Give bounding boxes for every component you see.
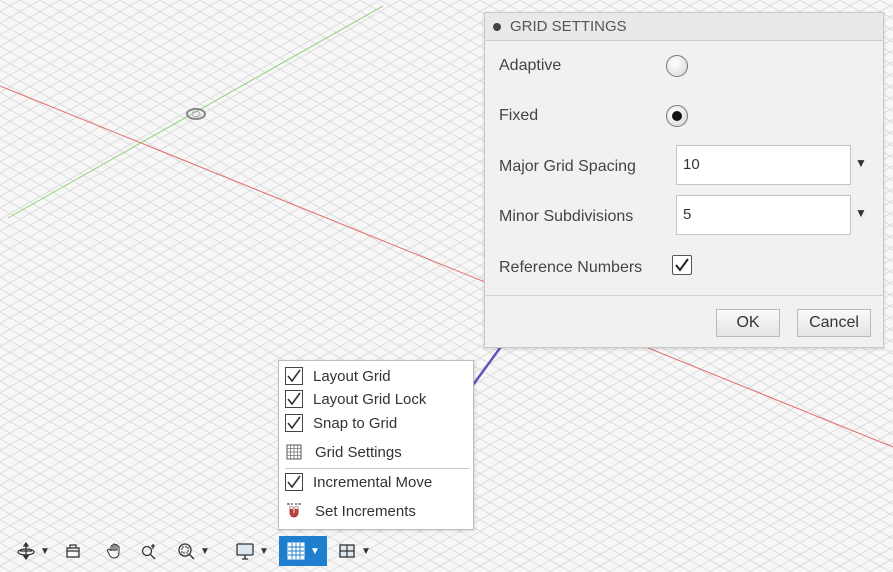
fit-icon bbox=[178, 543, 195, 560]
cancel-button[interactable]: Cancel bbox=[797, 309, 871, 337]
grid-snaps-icon bbox=[287, 542, 305, 560]
chevron-down-icon[interactable]: ▼ bbox=[259, 546, 269, 557]
magnet-icon bbox=[287, 503, 301, 518]
chevron-down-icon[interactable]: ▼ bbox=[40, 546, 50, 557]
adaptive-radio[interactable] bbox=[666, 55, 688, 77]
zoom-button[interactable] bbox=[136, 536, 162, 566]
menu-item-label: Layout Grid Lock bbox=[313, 390, 427, 408]
menu-item-label: Layout Grid bbox=[313, 367, 391, 385]
minor-subdivisions-label: Minor Subdivisions bbox=[499, 208, 634, 225]
orbit-icon bbox=[17, 541, 35, 561]
major-spacing-dropdown-icon[interactable]: ▼ bbox=[855, 156, 867, 170]
major-grid-spacing-input[interactable]: 10 bbox=[676, 145, 851, 185]
reference-numbers-checkbox[interactable] bbox=[672, 255, 692, 275]
menu-item-grid-settings[interactable]: Grid Settings bbox=[285, 441, 402, 463]
menu-divider bbox=[285, 468, 469, 469]
viewports-button[interactable]: ▼ bbox=[330, 536, 378, 566]
orbit-tool-button[interactable]: ▼ bbox=[14, 536, 52, 566]
menu-item-snap-to-grid[interactable]: Snap to Grid bbox=[285, 412, 397, 434]
grid-snaps-menu: Layout Grid Layout Grid Lock Snap to Gri… bbox=[278, 360, 474, 530]
display-settings-icon bbox=[236, 543, 254, 560]
chevron-down-icon[interactable]: ▼ bbox=[310, 546, 320, 557]
grid-icon bbox=[286, 444, 302, 460]
minor-subdivisions-input[interactable]: 5 bbox=[676, 195, 851, 235]
menu-item-layout-grid[interactable]: Layout Grid bbox=[285, 365, 391, 387]
layout-grid-checkbox[interactable] bbox=[285, 367, 303, 385]
collapse-dot-icon[interactable] bbox=[493, 22, 501, 31]
fixed-label: Fixed bbox=[499, 107, 539, 124]
checkmark-icon bbox=[675, 258, 689, 272]
layout-grid-lock-checkbox[interactable] bbox=[285, 390, 303, 408]
incremental-move-checkbox[interactable] bbox=[285, 473, 303, 491]
major-grid-spacing-label: Major Grid Spacing bbox=[499, 158, 636, 175]
dialog-divider bbox=[485, 295, 883, 296]
snap-to-grid-checkbox[interactable] bbox=[285, 414, 303, 432]
fit-button[interactable]: ▼ bbox=[170, 536, 216, 566]
grid-settings-dialog: GRID SETTINGS Adaptive Fixed Major Grid … bbox=[484, 12, 884, 348]
ok-button[interactable]: OK bbox=[716, 309, 780, 337]
fixed-radio[interactable] bbox=[666, 105, 688, 127]
chevron-down-icon[interactable]: ▼ bbox=[361, 546, 371, 557]
menu-item-label: Snap to Grid bbox=[313, 414, 398, 432]
zoom-icon bbox=[141, 544, 156, 560]
pan-hand-icon bbox=[106, 543, 120, 559]
menu-item-label: Set Increments bbox=[315, 502, 416, 520]
chevron-down-icon[interactable]: ▼ bbox=[200, 546, 210, 557]
reference-numbers-label: Reference Numbers bbox=[499, 259, 643, 276]
dialog-title: GRID SETTINGS bbox=[510, 18, 627, 35]
menu-item-label: Grid Settings bbox=[315, 443, 402, 461]
display-settings-button[interactable]: ▼ bbox=[228, 536, 276, 566]
menu-item-label: Incremental Move bbox=[313, 473, 433, 491]
menu-item-set-increments[interactable]: Set Increments bbox=[285, 500, 416, 522]
minor-subdivisions-dropdown-icon[interactable]: ▼ bbox=[855, 206, 867, 220]
pan-button[interactable] bbox=[102, 536, 128, 566]
viewports-icon bbox=[339, 544, 355, 558]
menu-item-layout-grid-lock[interactable]: Layout Grid Lock bbox=[285, 388, 426, 410]
adaptive-label: Adaptive bbox=[499, 57, 562, 74]
menu-item-incremental-move[interactable]: Incremental Move bbox=[285, 471, 432, 493]
dialog-header[interactable]: GRID SETTINGS bbox=[485, 13, 883, 41]
look-at-icon bbox=[66, 544, 80, 558]
look-at-button[interactable] bbox=[60, 536, 86, 566]
grid-snaps-button[interactable]: ▼ bbox=[279, 536, 327, 566]
